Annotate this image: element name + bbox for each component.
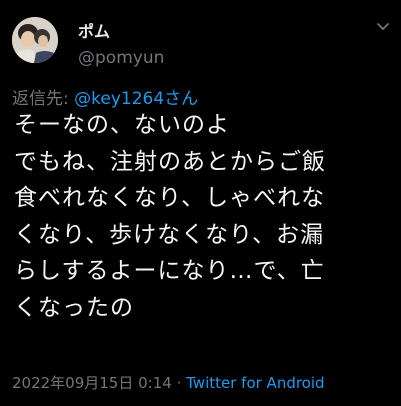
meta-separator: ·: [171, 374, 187, 392]
tweet-meta: 2022年09月15日 0:14 · Twitter for Android: [12, 372, 325, 393]
reply-context: 返信先: @key1264さん: [12, 84, 198, 109]
avatar-photo: [12, 17, 58, 63]
reply-prefix: 返信先:: [12, 89, 75, 109]
display-name[interactable]: ポム: [78, 18, 110, 42]
chevron-down-icon[interactable]: [375, 18, 391, 34]
tweet-text: そーなの、ないのよ でもね、注射のあとからご飯 食べれなくなり、しゃべれな くな…: [14, 112, 326, 321]
timestamp[interactable]: 2022年09月15日 0:14: [12, 374, 172, 392]
user-handle[interactable]: @pomyun: [78, 48, 164, 68]
reply-mention-link[interactable]: @key1264さん: [74, 89, 198, 109]
avatar[interactable]: [12, 17, 58, 63]
source-link[interactable]: Twitter for Android: [186, 374, 324, 392]
